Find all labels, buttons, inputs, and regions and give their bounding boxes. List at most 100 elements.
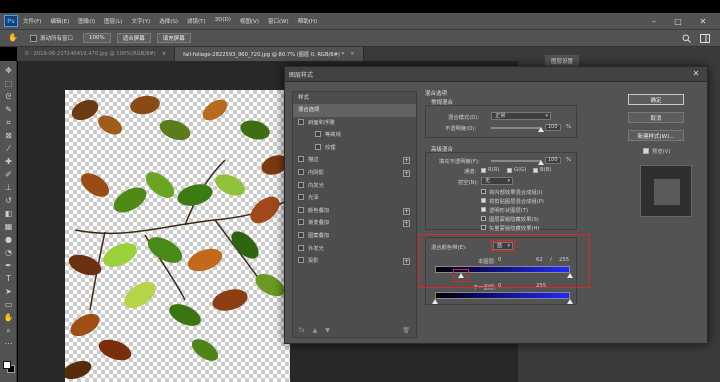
history-brush-tool-icon[interactable]: ↺ [3,195,14,206]
style-item-checkbox[interactable] [298,181,304,188]
hand-tool-icon[interactable]: ✋ [3,312,14,323]
style-item-checkbox[interactable] [298,257,304,264]
type-tool-icon[interactable]: T [3,273,14,284]
shape-tool-icon[interactable]: ▭ [3,299,14,310]
blend-mode-select[interactable]: 正常 ▾ [491,112,551,120]
healing-brush-tool-icon[interactable]: ✚ [3,156,14,167]
pen-tool-icon[interactable]: ✒ [3,260,14,271]
fill-opacity-input[interactable]: 100 [545,157,561,164]
style-item-2[interactable]: 等高线 [293,129,416,142]
clone-stamp-tool-icon[interactable]: ⊥ [3,182,14,193]
fill-opacity-slider[interactable] [491,160,541,162]
opacity-input[interactable]: 100 [545,124,561,131]
frame-tool-icon[interactable]: ⊠ [3,130,14,141]
document-tab-1[interactable]: 0 - 2019-06-21T140419.470.jpg @ 100%(RGB… [17,47,176,61]
menu-item-5[interactable]: 选择(S) [159,17,178,25]
maximize-icon[interactable]: □ [668,13,688,30]
channel-r-checkbox[interactable] [481,168,486,173]
style-item-12[interactable]: 投影 + [293,255,416,268]
knockout-select[interactable]: 无 ▾ [481,177,513,185]
foreground-color-swatch[interactable] [3,361,11,369]
advanced-option-checkbox-4[interactable] [481,225,486,230]
menu-item-3[interactable]: 图层(L) [104,17,122,25]
channel-b-checkbox[interactable] [533,168,538,173]
menu-item-10[interactable]: 帮助(H) [298,17,317,25]
underlying-white-thumb[interactable] [567,299,573,304]
menu-item-8[interactable]: 视图(V) [240,17,259,25]
style-item-11[interactable]: 外发光 [293,243,416,256]
lasso-tool-icon[interactable]: ᘓ [3,91,14,102]
document-canvas[interactable] [65,90,290,382]
menu-item-2[interactable]: 图像(I) [78,17,95,25]
gradient-tool-icon[interactable]: ▦ [3,221,14,232]
style-item-10[interactable]: 图案叠加 [293,230,416,243]
move-down-icon[interactable]: ▼ [325,327,330,334]
advanced-option-checkbox-0[interactable] [481,189,486,194]
move-up-icon[interactable]: ▲ [313,327,318,334]
style-item-8[interactable]: 颜色叠加 + [293,205,416,218]
trash-icon[interactable]: 🗑 [402,327,410,334]
more-tools-icon[interactable]: ⋯ [3,338,14,349]
preview-checkbox[interactable] [643,148,649,154]
style-item-0[interactable]: 混合选项 [293,104,416,117]
blur-tool-icon[interactable]: ● [3,234,14,245]
fit-screen-button[interactable]: 适合屏幕 [116,33,151,43]
menu-item-4[interactable]: 文字(Y) [132,17,151,25]
zoom-tool-icon[interactable]: ⌕ [3,325,14,336]
scroll-all-windows-checkbox[interactable] [30,34,37,42]
quick-select-tool-icon[interactable]: ✎ [3,104,14,115]
add-effect-icon[interactable]: + [403,258,410,266]
hand-tool-icon[interactable]: ✋ [8,33,20,43]
style-item-checkbox[interactable] [298,168,304,175]
advanced-option-checkbox-1[interactable] [481,198,486,203]
search-icon[interactable] [682,33,691,43]
eyedropper-tool-icon[interactable]: ⁄ [3,143,14,154]
channel-g-checkbox[interactable] [507,168,512,173]
new-style-button[interactable]: 新建样式(W)... [628,130,684,141]
menu-item-6[interactable]: 滤镜(T) [187,17,206,25]
crop-tool-icon[interactable]: ⌗ [3,117,14,128]
close-window-icon[interactable]: ✕ [693,13,713,30]
menu-item-7[interactable]: 3D(D) [215,17,231,25]
menu-item-9[interactable]: 窗口(W) [268,17,289,25]
zoom-100-button[interactable]: 100% [83,33,111,43]
minimize-icon[interactable]: – [644,13,664,30]
workspace-icon[interactable] [700,33,710,43]
eraser-tool-icon[interactable]: ◧ [3,208,14,219]
photoshop-logo-icon[interactable]: Ps [4,15,18,27]
fill-opacity-slider-thumb[interactable] [538,160,544,165]
style-item-9[interactable]: 渐变叠加 + [293,217,416,230]
style-item-6[interactable]: 内发光 [293,180,416,193]
ok-button[interactable]: 确定 [628,94,684,105]
advanced-option-checkbox-2[interactable] [481,207,486,212]
underlying-black-thumb[interactable] [432,299,438,304]
add-effect-icon[interactable]: + [403,220,410,228]
style-item-checkbox[interactable] [298,118,304,125]
move-tool-icon[interactable]: ✥ [3,65,14,76]
style-item-7[interactable]: 光泽 [293,192,416,205]
style-item-checkbox[interactable] [298,244,304,251]
add-effect-icon[interactable]: + [403,207,410,215]
document-tab-2[interactable]: fall-foliage-2822593_960_720.jpg @ 80.7%… [175,47,364,61]
close-tab-icon[interactable]: × [162,51,166,57]
path-select-tool-icon[interactable]: ➤ [3,286,14,297]
style-item-checkbox[interactable] [298,194,304,201]
add-effect-icon[interactable]: + [403,169,410,177]
menu-item-1[interactable]: 编辑(E) [50,17,69,25]
style-item-checkbox[interactable] [298,231,304,238]
cancel-button[interactable]: 取消 [628,112,684,123]
style-item-checkbox[interactable] [298,206,304,213]
style-item-checkbox[interactable] [315,131,321,138]
close-tab-icon[interactable]: × [350,51,354,57]
marquee-tool-icon[interactable]: ⬚ [3,78,14,89]
dialog-title-bar[interactable]: 图层样式 ✕ [285,67,707,82]
style-item-1[interactable]: 斜面和浮雕 [293,117,416,130]
underlying-gradient[interactable] [435,292,570,299]
style-item-3[interactable]: 纹理 [293,142,416,155]
opacity-slider[interactable] [491,127,541,129]
fill-screen-button[interactable]: 填充屏幕 [156,33,191,43]
style-item-5[interactable]: 内阴影 + [293,167,416,180]
style-item-checkbox[interactable] [315,143,321,150]
dodge-tool-icon[interactable]: ◔ [3,247,14,258]
menu-item-0[interactable]: 文件(F) [23,17,41,25]
